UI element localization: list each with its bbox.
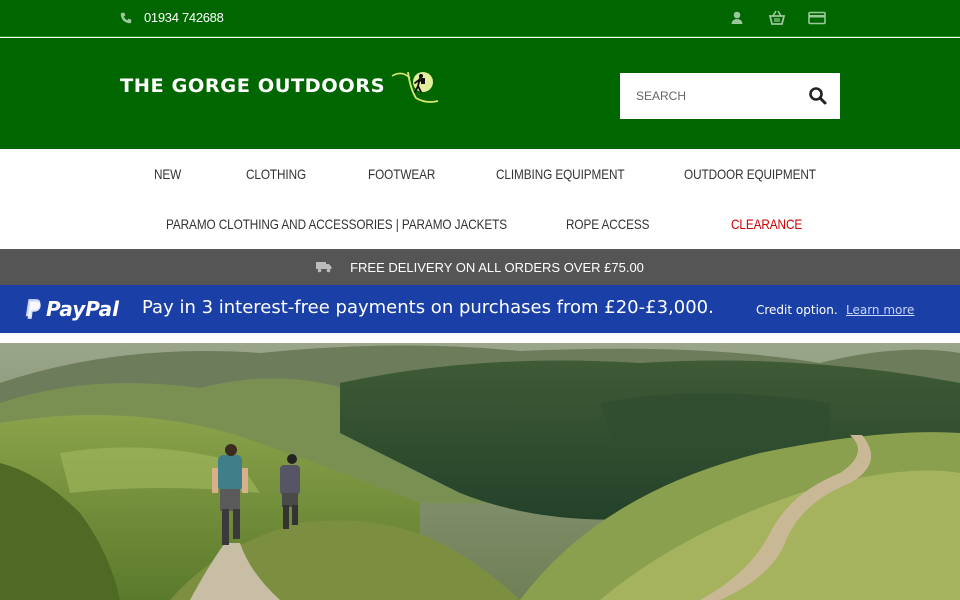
search-input[interactable] — [620, 74, 790, 118]
phone-icon — [120, 12, 132, 23]
basket-icon[interactable] — [768, 9, 786, 27]
site-logo[interactable]: THE GORGE OUTDOORS — [120, 68, 440, 104]
nav-item-outdoor-equipment[interactable]: OUTDOOR EQUIPMENT — [684, 166, 816, 182]
user-icon[interactable] — [728, 9, 746, 27]
phone-number[interactable]: 01934 742688 — [144, 10, 224, 25]
top-bar: 01934 742688 — [0, 0, 960, 37]
credit-card-icon[interactable] — [808, 9, 826, 27]
nav-item-footwear[interactable]: FOOTWEAR — [368, 166, 435, 182]
paypal-learn-more-link[interactable]: Learn more — [846, 303, 914, 317]
delivery-banner: FREE DELIVERY ON ALL ORDERS OVER £75.00 — [0, 249, 960, 285]
nav-item-clearance[interactable]: CLEARANCE — [731, 216, 802, 232]
paypal-credit-text: Credit option. — [756, 303, 838, 317]
nav-item-clothing[interactable]: CLOTHING — [246, 166, 306, 182]
hikers-landscape-image — [0, 343, 960, 600]
paypal-banner: PayPal Pay in 3 interest-free payments o… — [0, 285, 960, 333]
main-nav: NEW CLOTHING FOOTWEAR CLIMBING EQUIPMENT… — [0, 149, 960, 249]
truck-icon — [316, 262, 332, 273]
search-button[interactable] — [808, 86, 828, 106]
nav-item-new[interactable]: NEW — [154, 166, 181, 182]
delivery-text: FREE DELIVERY ON ALL ORDERS OVER £75.00 — [350, 259, 644, 275]
phone-contact[interactable]: 01934 742688 — [120, 10, 224, 25]
search-box — [620, 73, 840, 119]
hero-image[interactable] — [0, 343, 960, 600]
nav-item-rope-access[interactable]: ROPE ACCESS — [566, 216, 649, 232]
search-icon — [809, 87, 827, 105]
nav-item-climbing-equipment[interactable]: CLIMBING EQUIPMENT — [496, 166, 625, 182]
paypal-p-icon — [25, 299, 41, 319]
site-header: THE GORGE OUTDOORS — [0, 38, 960, 149]
paypal-logo-text: PayPal — [46, 297, 120, 321]
nav-item-paramo[interactable]: PARAMO CLOTHING AND ACCESSORIES | PARAMO… — [166, 216, 507, 232]
paypal-offer-text: Pay in 3 interest-free payments on purch… — [142, 297, 714, 318]
paypal-logo: PayPal — [24, 297, 119, 321]
logo-text: THE GORGE OUTDOORS — [120, 75, 386, 97]
hiker-logo-icon — [391, 71, 439, 103]
